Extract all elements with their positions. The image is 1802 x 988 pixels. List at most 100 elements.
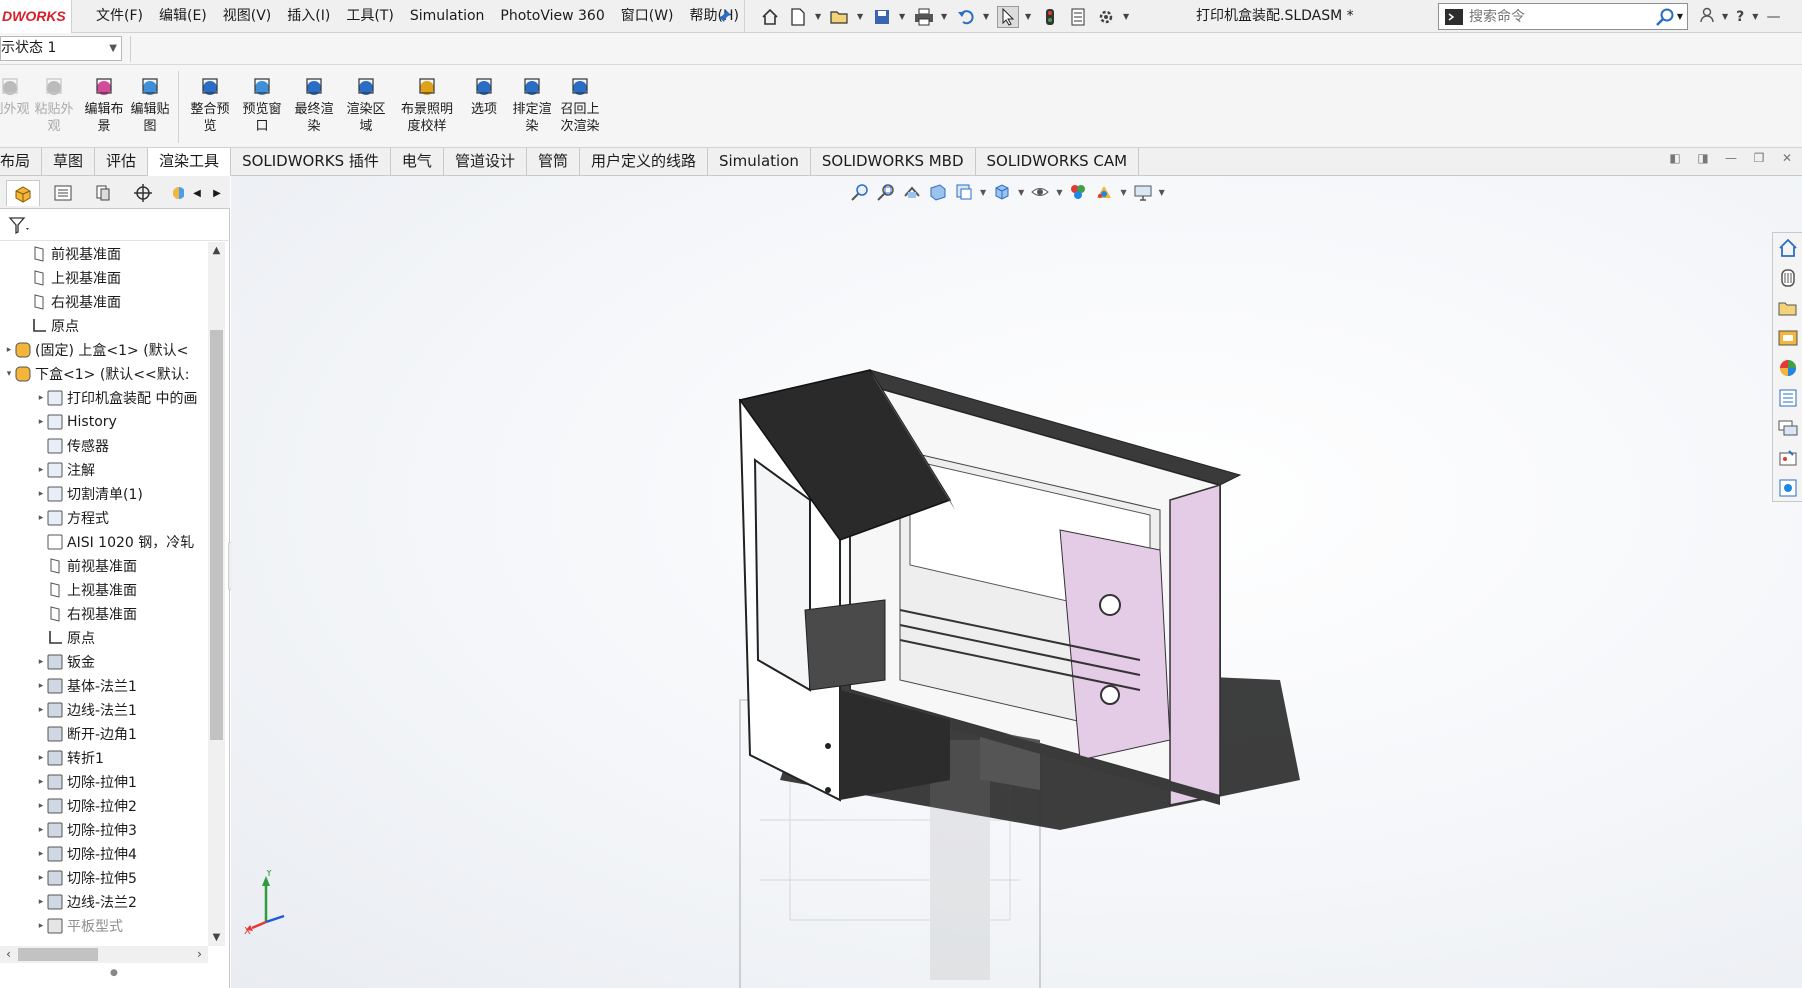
- menu-item[interactable]: 帮助(H): [682, 0, 747, 33]
- tab-4[interactable]: SOLIDWORKS 插件: [231, 148, 391, 176]
- tree-item[interactable]: ▸ 切除-拉伸2: [0, 794, 208, 818]
- expand-arrow-icon[interactable]: ▸: [36, 897, 46, 907]
- tree-item[interactable]: 原点: [0, 314, 208, 338]
- tree-item[interactable]: 前视基准面: [0, 242, 208, 266]
- file-explorer-icon[interactable]: [1777, 297, 1799, 319]
- tab-8[interactable]: 用户定义的线路: [580, 148, 708, 176]
- options-gear-icon[interactable]: [1095, 6, 1117, 28]
- tile-left-icon[interactable]: ◧: [1668, 151, 1682, 165]
- tree-item[interactable]: 上视基准面: [0, 266, 208, 290]
- ribbon-button-preview-window[interactable]: 预览窗口: [238, 75, 286, 135]
- dynamic-annotation-icon[interactable]: [954, 182, 974, 202]
- home-icon[interactable]: [759, 6, 781, 28]
- ribbon-button-edit-scene[interactable]: 编辑布景: [80, 75, 128, 135]
- tree-item[interactable]: ▸ 方程式: [0, 506, 208, 530]
- tree-item[interactable]: ▸ 边线-法兰2: [0, 890, 208, 914]
- search-dropdown-icon[interactable]: ▼: [1677, 12, 1683, 21]
- scroll-up-icon[interactable]: ▲: [208, 242, 225, 259]
- tree-item[interactable]: AISI 1020 钢，冷轧: [0, 530, 208, 554]
- minimize-window-icon[interactable]: —: [1766, 9, 1780, 25]
- display-state-select[interactable]: 示状态 1 ▼: [0, 36, 122, 61]
- menu-item[interactable]: 插入(I): [279, 0, 338, 33]
- expand-arrow-icon[interactable]: ▸: [36, 801, 46, 811]
- edit-appearance-icon[interactable]: [1068, 182, 1088, 202]
- tab-7[interactable]: 管筒: [527, 148, 580, 176]
- options-dropdown-icon[interactable]: ▼: [1123, 12, 1131, 21]
- zoom-to-area-icon[interactable]: [876, 182, 896, 202]
- tree-item[interactable]: ▸ 基体-法兰1: [0, 674, 208, 698]
- tree-item[interactable]: ▸ 打印机盒装配 中的画: [0, 386, 208, 410]
- close-doc-icon[interactable]: ✕: [1780, 151, 1794, 165]
- tab-6[interactable]: 管道设计: [444, 148, 527, 176]
- help-icon[interactable]: ?: [1736, 9, 1744, 25]
- display-style-icon[interactable]: [1030, 182, 1050, 202]
- tree-item[interactable]: ▸ History: [0, 410, 208, 434]
- configuration-manager-tab[interactable]: [86, 180, 120, 206]
- tree-item[interactable]: ▸ 转折1: [0, 746, 208, 770]
- tab-10[interactable]: SOLIDWORKS MBD: [811, 148, 976, 176]
- menu-item[interactable]: 视图(V): [215, 0, 280, 33]
- new-dropdown-icon[interactable]: ▼: [815, 12, 823, 21]
- expand-arrow-icon[interactable]: ▸: [36, 489, 46, 499]
- view-settings-dropdown-icon[interactable]: ▼: [1159, 188, 1165, 197]
- expand-arrow-icon[interactable]: ▸: [36, 825, 46, 835]
- additional-resources-icon[interactable]: [1777, 477, 1799, 499]
- expand-arrow-icon[interactable]: ▸: [36, 705, 46, 715]
- ribbon-button-schedule-render[interactable]: 排定渲染: [508, 75, 556, 135]
- menu-item[interactable]: 工具(T): [338, 0, 401, 33]
- expand-arrow-icon[interactable]: ▸: [36, 849, 46, 859]
- scroll-left-icon[interactable]: ‹: [0, 946, 17, 963]
- recorder-icon[interactable]: [1777, 447, 1799, 469]
- pin-menu-icon[interactable]: [718, 9, 732, 23]
- print-icon[interactable]: [913, 6, 935, 28]
- tab-11[interactable]: SOLIDWORKS CAM: [976, 148, 1140, 176]
- custom-properties-icon[interactable]: [1777, 387, 1799, 409]
- expand-arrow-icon[interactable]: ▸: [36, 753, 46, 763]
- tree-item[interactable]: ▸ 切除-拉伸3: [0, 818, 208, 842]
- open-dropdown-icon[interactable]: ▼: [857, 12, 865, 21]
- menu-item[interactable]: Simulation: [402, 0, 493, 33]
- tree-item[interactable]: ▸ 注解: [0, 458, 208, 482]
- tree-item[interactable]: ▸ 平板型式: [0, 914, 208, 938]
- file-properties-icon[interactable]: [1067, 6, 1089, 28]
- previous-view-icon[interactable]: [902, 182, 922, 202]
- menu-item[interactable]: 文件(F): [88, 0, 151, 33]
- select-cursor-icon[interactable]: [997, 5, 1019, 28]
- tree-item[interactable]: ▸ 切除-拉伸5: [0, 866, 208, 890]
- expand-arrow-icon[interactable]: ▸: [36, 873, 46, 883]
- tab-1[interactable]: 草图: [42, 148, 96, 176]
- menu-item[interactable]: 窗口(W): [613, 0, 682, 33]
- collapse-arrow-icon[interactable]: ▾: [4, 369, 14, 379]
- tree-item[interactable]: ▾ 下盒<1> (默认<<默认:: [0, 362, 208, 386]
- ribbon-button-options[interactable]: 选项: [460, 75, 508, 118]
- search-commands-box[interactable]: ▼: [1438, 3, 1688, 30]
- ribbon-button-integrated-preview[interactable]: 整合预览: [186, 75, 234, 135]
- open-folder-icon[interactable]: [829, 6, 851, 28]
- display-manager-tab[interactable]: [166, 180, 188, 206]
- scroll-tabs-left-button[interactable]: ◀: [188, 180, 206, 206]
- tab-0[interactable]: 布局: [0, 148, 43, 176]
- panel-resize-grip-icon[interactable]: ●: [110, 968, 118, 978]
- view-orientation-icon[interactable]: [992, 182, 1012, 202]
- orientation-dropdown-icon[interactable]: ▼: [1018, 188, 1024, 197]
- ribbon-button-recall-render[interactable]: 召回上次渲染: [556, 75, 604, 135]
- search-input[interactable]: [1469, 8, 1639, 25]
- tab-3[interactable]: 渲染工具: [148, 148, 232, 176]
- property-manager-tab[interactable]: [46, 180, 80, 206]
- dimxpert-manager-tab[interactable]: [126, 180, 160, 206]
- restore-doc-icon[interactable]: ❐: [1752, 151, 1766, 165]
- tree-item[interactable]: ▸ (固定) 上盒<1> (默认<: [0, 338, 208, 362]
- ribbon-button-final-render[interactable]: 最终渲染: [290, 75, 338, 135]
- scroll-down-icon[interactable]: ▼: [208, 929, 225, 946]
- tab-5[interactable]: 电气: [391, 148, 444, 176]
- ribbon-button-copy-appearance[interactable]: 剔外观: [0, 75, 34, 118]
- scroll-thumb[interactable]: [18, 948, 98, 961]
- scroll-thumb[interactable]: [210, 330, 223, 740]
- print-dropdown-icon[interactable]: ▼: [941, 12, 949, 21]
- solidworks-logo[interactable]: DWORKS: [0, 0, 72, 33]
- user-account-icon[interactable]: [1700, 7, 1714, 27]
- expand-arrow-icon[interactable]: ▸: [36, 777, 46, 787]
- tree-item[interactable]: 原点: [0, 626, 208, 650]
- search-icon[interactable]: [1655, 7, 1675, 27]
- expand-arrow-icon[interactable]: ▸: [36, 417, 46, 427]
